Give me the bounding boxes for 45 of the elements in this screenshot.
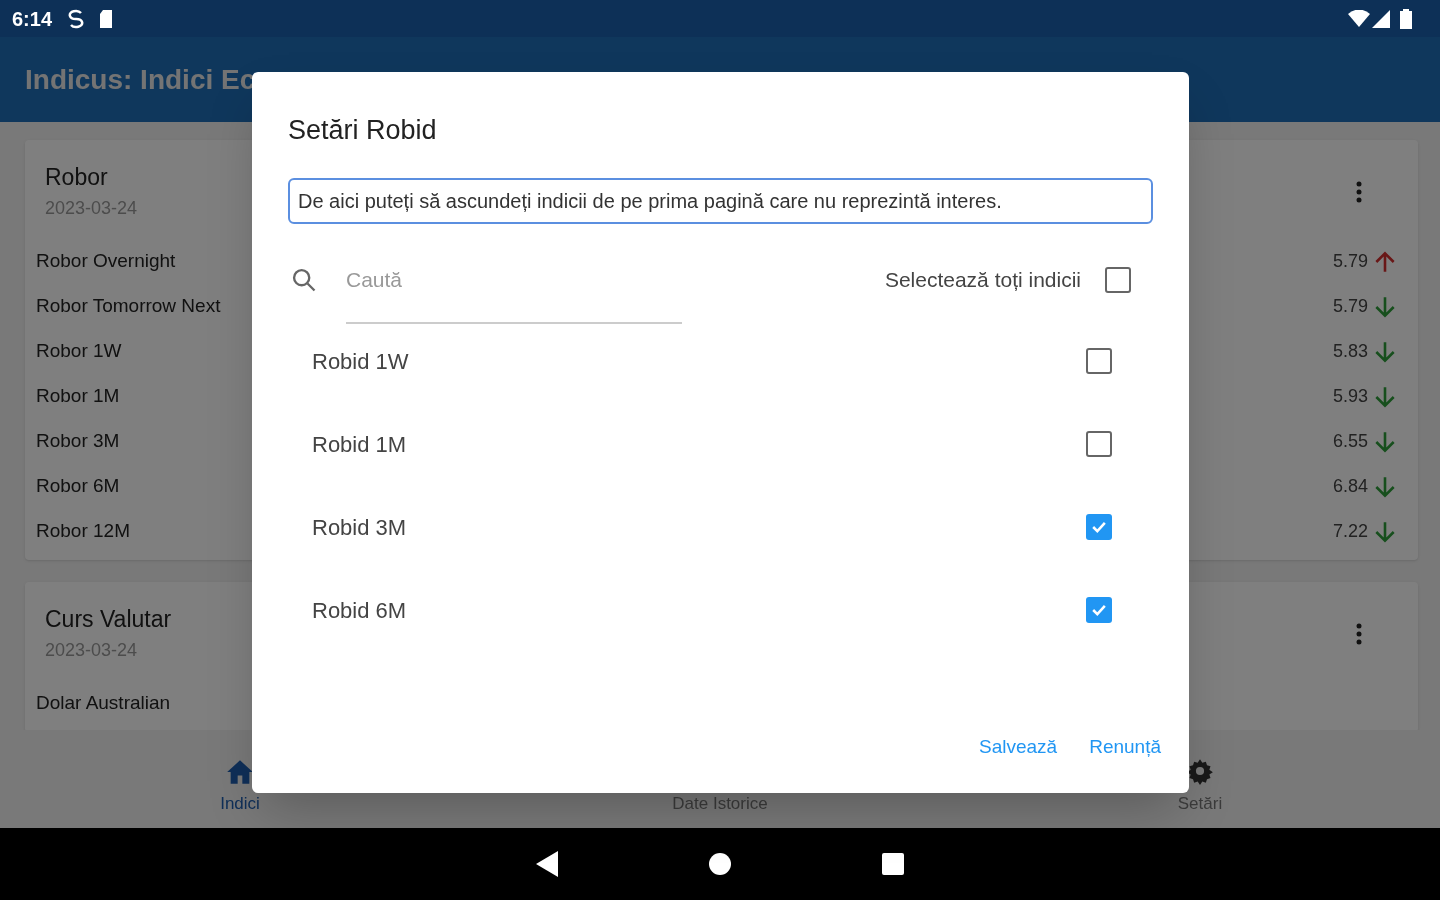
index-name: Robor Overnight bbox=[36, 249, 176, 274]
index-name: Robor 1M bbox=[36, 384, 120, 409]
more-options-icon[interactable] bbox=[1356, 180, 1362, 204]
index-value: 6.84 bbox=[1332, 475, 1368, 498]
index-checkbox[interactable] bbox=[1086, 431, 1112, 457]
index-value: 7.22 bbox=[1332, 520, 1368, 543]
index-value: 5.79 bbox=[1332, 295, 1368, 318]
dialog-title: Setări Robid bbox=[288, 114, 438, 147]
index-checkbox[interactable] bbox=[1086, 597, 1112, 623]
dialog-button[interactable]: Renunță bbox=[1085, 726, 1165, 767]
home-button-icon[interactable] bbox=[708, 852, 732, 876]
index-name: Robor 12M bbox=[36, 519, 130, 544]
index-name: Robor Tomorrow Next bbox=[36, 294, 221, 319]
index-value: 5.79 bbox=[1332, 250, 1368, 273]
battery-icon bbox=[1400, 8, 1412, 29]
index-option-label: Robid 1W bbox=[312, 347, 409, 376]
index-name: Robor 1W bbox=[36, 339, 122, 364]
index-option-label: Robid 1M bbox=[312, 430, 407, 459]
home-icon bbox=[226, 758, 254, 785]
index-checkbox[interactable] bbox=[1086, 514, 1112, 540]
index-checkbox[interactable] bbox=[1086, 348, 1112, 374]
index-value: 5.93 bbox=[1332, 385, 1368, 408]
index-option-label: Robid 3M bbox=[312, 513, 407, 542]
more-options-icon[interactable] bbox=[1356, 622, 1362, 646]
index-name: Dolar Australian bbox=[36, 691, 171, 716]
sync-icon bbox=[68, 8, 85, 29]
back-icon[interactable] bbox=[536, 851, 558, 877]
card-title: Robor bbox=[45, 164, 109, 191]
sd-card-icon bbox=[98, 8, 115, 29]
nav-tab[interactable]: Indici bbox=[0, 730, 480, 828]
search-field[interactable]: Caută bbox=[346, 267, 682, 324]
index-value: 6.55 bbox=[1332, 430, 1368, 453]
index-name: Robor 3M bbox=[36, 429, 120, 454]
wifi-icon bbox=[1348, 9, 1370, 28]
app-title: Indicus: Indici Ec bbox=[25, 62, 256, 97]
status-time: 6:14 bbox=[12, 6, 53, 32]
dialog-description: De aici puteți să ascundeți indicii de pe prima pagină care nu reprezintă interes. bbox=[288, 177, 1153, 224]
card-title: Curs Valutar bbox=[45, 606, 172, 633]
index-name: Robor 6M bbox=[36, 474, 120, 499]
signal-icon bbox=[1372, 9, 1390, 28]
index-value: 5.83 bbox=[1332, 340, 1368, 363]
select-all-label: Selectează toți indicii bbox=[884, 266, 1081, 293]
dialog-button[interactable]: Salvează bbox=[975, 726, 1062, 767]
index-option-label: Robid 6M bbox=[312, 596, 407, 625]
select-all-checkbox[interactable] bbox=[1105, 266, 1131, 293]
